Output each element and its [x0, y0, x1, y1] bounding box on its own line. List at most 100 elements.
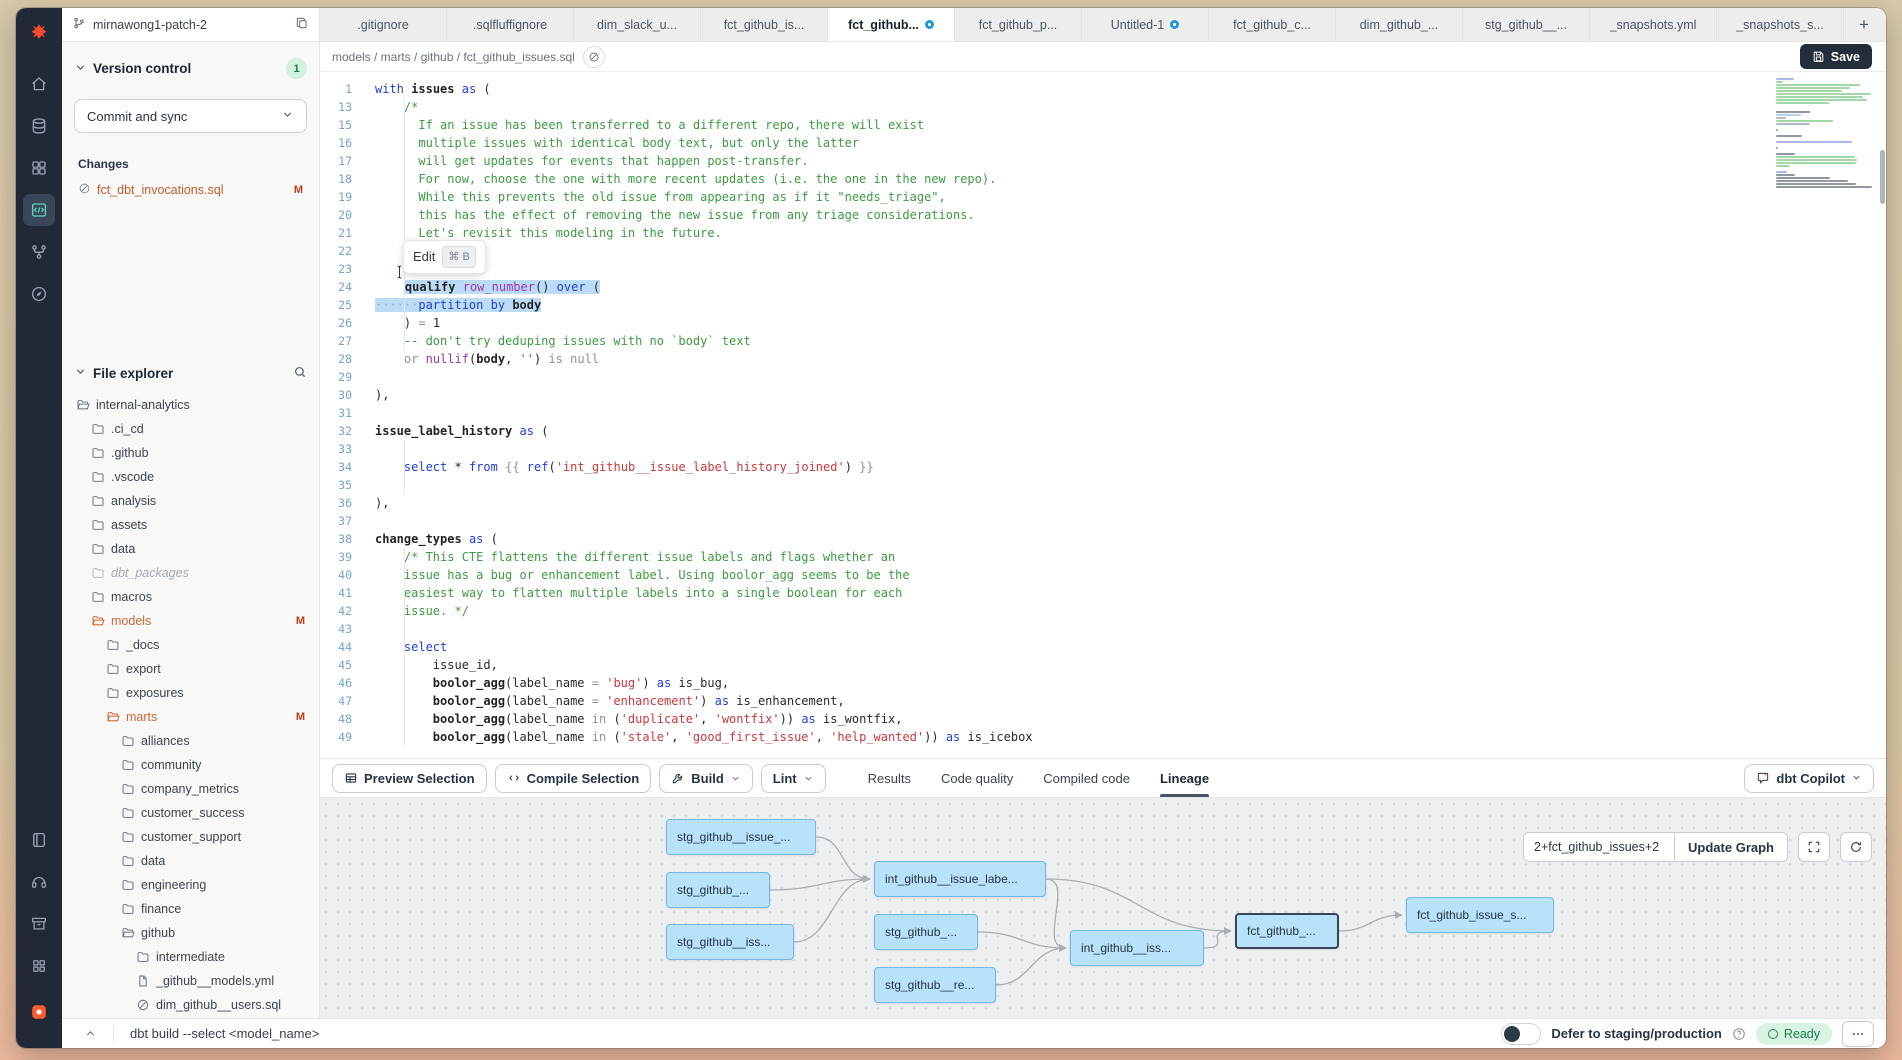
build-button[interactable]: Build	[659, 764, 753, 793]
code-line-48[interactable]: 48 boolor_agg(label_name in ('duplicate'…	[320, 710, 1886, 728]
rail-home-button[interactable]	[23, 68, 55, 100]
code-line-36[interactable]: 36),	[320, 494, 1886, 512]
tab--snapshots-s-[interactable]: _snapshots_s...	[1717, 8, 1844, 41]
tab-fct-github-is-[interactable]: fct_github_is...	[701, 8, 828, 41]
tree-item-models[interactable]: modelsM	[62, 609, 319, 633]
tree-item-customer-support[interactable]: customer_support	[62, 825, 319, 849]
rail-grid-button[interactable]	[23, 152, 55, 184]
panel-tab-code-quality[interactable]: Code quality	[941, 759, 1013, 797]
code-line-45[interactable]: 45 issue_id,	[320, 656, 1886, 674]
code-line-42[interactable]: 42 issue. */	[320, 602, 1886, 620]
minimap[interactable]	[1776, 78, 1876, 189]
commit-and-sync-button[interactable]: Commit and sync	[74, 99, 307, 133]
tree-item--ci-cd[interactable]: .ci_cd	[62, 417, 319, 441]
tree-item-macros[interactable]: macros	[62, 585, 319, 609]
lineage-node-s4[interactable]: stg_github_...	[874, 914, 978, 950]
panel-tab-compiled-code[interactable]: Compiled code	[1043, 759, 1130, 797]
code-line-20[interactable]: 20 this has the effect of removing the n…	[320, 206, 1886, 224]
code-line-32[interactable]: 32issue_label_history as (	[320, 422, 1886, 440]
tree-item-company-metrics[interactable]: company_metrics	[62, 777, 319, 801]
tree-item-exposures[interactable]: exposures	[62, 681, 319, 705]
tab-dim-slack-u-[interactable]: dim_slack_u...	[574, 8, 701, 41]
code-line-41[interactable]: 41 easiest way to flatten multiple label…	[320, 584, 1886, 602]
copy-icon[interactable]	[295, 16, 309, 33]
code-line-30[interactable]: 30),	[320, 386, 1886, 404]
edit-context-widget[interactable]: Edit ⌘ B	[403, 240, 486, 274]
tab-untitled-1[interactable]: Untitled-1	[1082, 8, 1209, 41]
rail-database-button[interactable]	[23, 110, 55, 142]
tree-item-community[interactable]: community	[62, 753, 319, 777]
panel-tab-results[interactable]: Results	[868, 759, 911, 797]
tree-item-marts[interactable]: martsM	[62, 705, 319, 729]
tree-item-finance[interactable]: finance	[62, 897, 319, 921]
dbt-copilot-button[interactable]: dbt Copilot	[1744, 764, 1874, 793]
tree-item-internal-analytics[interactable]: internal-analytics	[62, 393, 319, 417]
tab-fct-github-c-[interactable]: fct_github_c...	[1209, 8, 1336, 41]
tree-item-dim-github-users-sql[interactable]: dim_github__users.sql	[62, 993, 319, 1017]
code-line-22[interactable]: 22	[320, 242, 1886, 260]
code-line-43[interactable]: 43	[320, 620, 1886, 638]
code-line-16[interactable]: 16 multiple issues with identical body t…	[320, 134, 1886, 152]
rail-fork-button[interactable]	[23, 236, 55, 268]
code-line-34[interactable]: 34 select * from {{ ref('int_github__iss…	[320, 458, 1886, 476]
defer-toggle[interactable]	[1501, 1023, 1541, 1045]
tab-dim-github-[interactable]: dim_github_...	[1336, 8, 1463, 41]
tree-item-customer-success[interactable]: customer_success	[62, 801, 319, 825]
code-line-46[interactable]: 46 boolor_agg(label_name = 'bug') as is_…	[320, 674, 1886, 692]
code-line-49[interactable]: 49 boolor_agg(label_name in ('stale', 'g…	[320, 728, 1886, 746]
rail-grid-small-button[interactable]	[23, 950, 55, 982]
code-line-47[interactable]: 47 boolor_agg(label_name = 'enhancement'…	[320, 692, 1886, 710]
changed-file-item[interactable]: fct_dbt_invocations.sql M	[74, 179, 307, 201]
lineage-node-f1[interactable]: fct_github_...	[1235, 913, 1339, 949]
tab--snapshots-yml[interactable]: _snapshots.yml	[1590, 8, 1717, 41]
code-editor[interactable]: 1with issues as (13 /*15 If an issue has…	[320, 72, 1886, 758]
help-icon[interactable]	[1732, 1027, 1746, 1041]
tree-item-github[interactable]: github	[62, 921, 319, 945]
tree-item--vscode[interactable]: .vscode	[62, 465, 319, 489]
lineage-node-s3[interactable]: stg_github__iss...	[666, 924, 794, 960]
preview-selection-button[interactable]: Preview Selection	[332, 764, 487, 793]
update-graph-button[interactable]: Update Graph	[1674, 833, 1787, 861]
rail-notebook-button[interactable]	[23, 824, 55, 856]
tree-item-engineering[interactable]: engineering	[62, 873, 319, 897]
code-line-29[interactable]: 29	[320, 368, 1886, 386]
code-line-1[interactable]: 1with issues as (	[320, 80, 1886, 98]
tab--sqlfluffignore[interactable]: .sqlfluffignore	[447, 8, 574, 41]
lineage-node-s1[interactable]: stg_github__issue_...	[666, 819, 816, 855]
code-line-13[interactable]: 13 /*	[320, 98, 1886, 116]
panel-tab-lineage[interactable]: Lineage	[1160, 759, 1209, 797]
tree-item-data[interactable]: data	[62, 537, 319, 561]
rail-compass-button[interactable]	[23, 278, 55, 310]
code-line-31[interactable]: 31	[320, 404, 1886, 422]
version-control-header[interactable]: Version control 1	[74, 58, 307, 79]
edit-action-label[interactable]: Edit	[413, 248, 435, 266]
code-line-23[interactable]: 23	[320, 260, 1886, 278]
editor-scrollbar-thumb[interactable]	[1880, 150, 1885, 204]
code-line-44[interactable]: 44 select	[320, 638, 1886, 656]
tree-item--github-models-yml[interactable]: _github__models.yml	[62, 969, 319, 993]
tree-item-export[interactable]: export	[62, 657, 319, 681]
code-line-37[interactable]: 37	[320, 512, 1886, 530]
tree-item-dbt-packages[interactable]: dbt_packages	[62, 561, 319, 585]
fullscreen-icon[interactable]	[1798, 832, 1830, 862]
lineage-node-i1[interactable]: int_github__issue_labe...	[874, 861, 1046, 897]
tree-item-alliances[interactable]: alliances	[62, 729, 319, 753]
more-options-icon[interactable]	[1842, 1021, 1874, 1047]
tab-fct-github-[interactable]: fct_github...	[828, 8, 955, 41]
new-tab-button[interactable]: +	[1844, 8, 1884, 41]
chevron-up-icon[interactable]	[84, 1027, 97, 1040]
lineage-node-s2[interactable]: stg_github_...	[666, 872, 770, 908]
branch-header[interactable]: mirnawong1-patch-2	[62, 8, 320, 41]
lint-button[interactable]: Lint	[761, 764, 826, 793]
code-line-35[interactable]: 35	[320, 476, 1886, 494]
tree-item-data[interactable]: data	[62, 849, 319, 873]
code-line-25[interactable]: 25······partition by body	[320, 296, 1886, 314]
tree-item-analysis[interactable]: analysis	[62, 489, 319, 513]
rail-archive-button[interactable]	[23, 908, 55, 940]
code-line-28[interactable]: 28 or nullif(body, '') is null	[320, 350, 1886, 368]
tree-item-assets[interactable]: assets	[62, 513, 319, 537]
tree-item-intermediate[interactable]: intermediate	[62, 945, 319, 969]
file-explorer-header[interactable]: File explorer	[62, 361, 319, 385]
rail-ide-button[interactable]	[23, 194, 55, 226]
code-line-18[interactable]: 18 For now, choose the one with more rec…	[320, 170, 1886, 188]
